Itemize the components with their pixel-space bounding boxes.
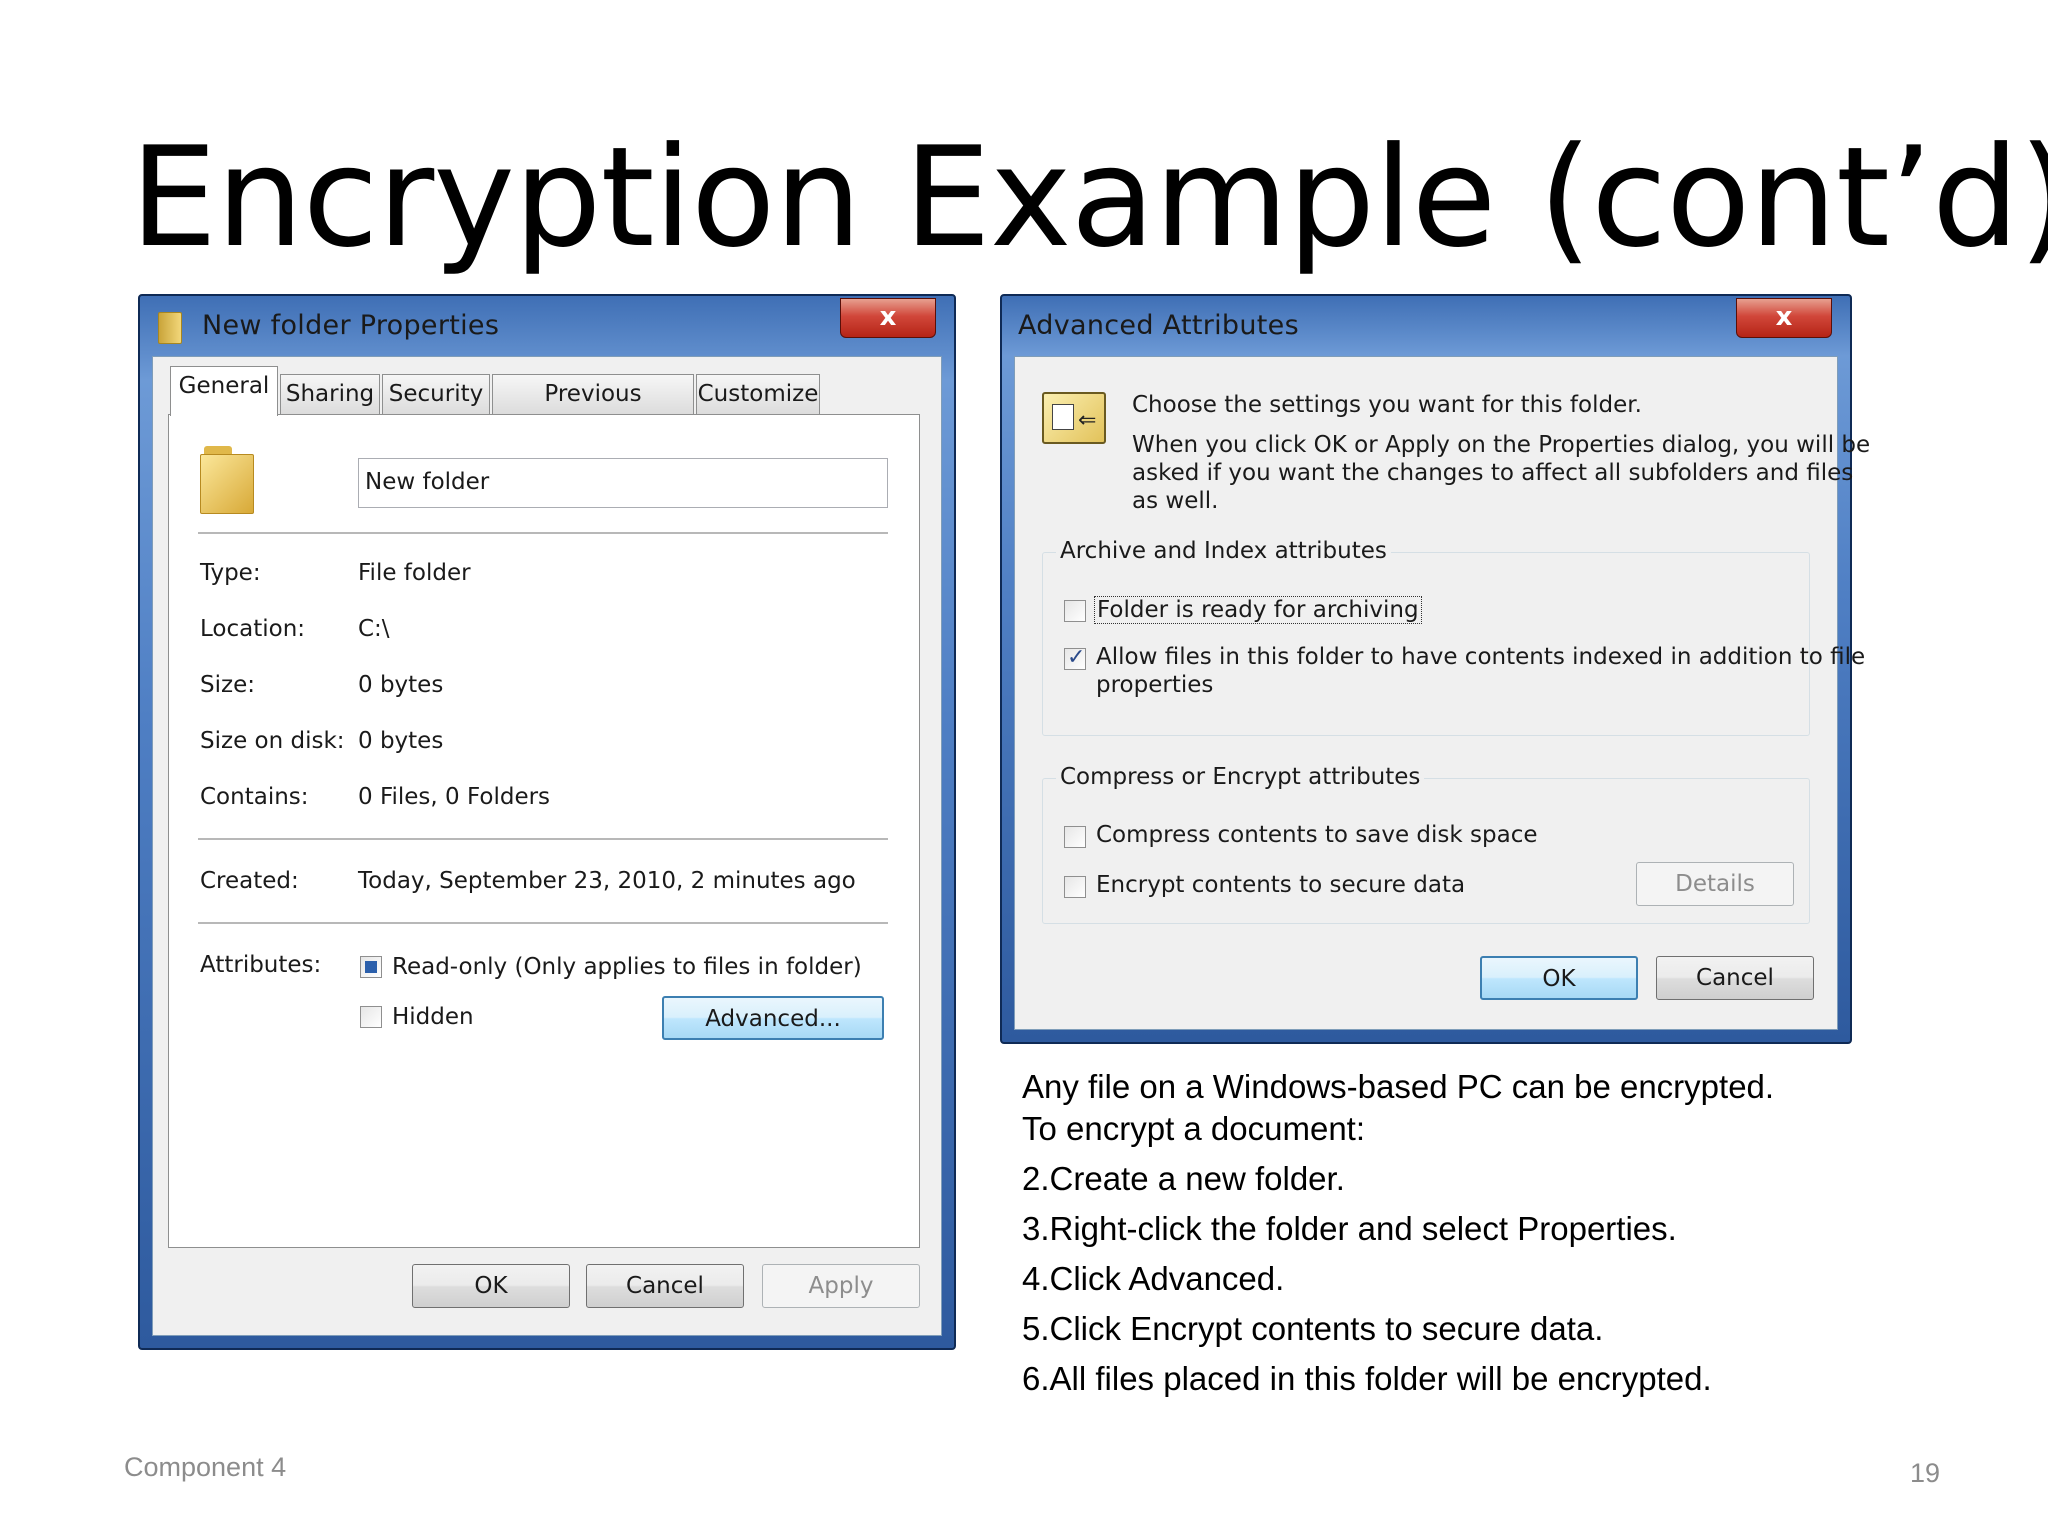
location-label: Location: xyxy=(200,616,306,642)
folder-icon xyxy=(158,312,182,344)
size-value: 0 bytes xyxy=(358,672,444,698)
type-label: Type: xyxy=(200,560,261,586)
tab-security[interactable]: Security xyxy=(382,374,490,414)
created-label: Created: xyxy=(200,868,299,894)
apply-button[interactable]: Apply xyxy=(762,1264,920,1308)
type-value: File folder xyxy=(358,560,471,586)
tab-sharing[interactable]: Sharing xyxy=(280,374,380,414)
encrypt-checkbox-label: Encrypt contents to secure data xyxy=(1096,872,1466,898)
divider xyxy=(198,532,888,535)
instructions-intro-line1: Any file on a Windows-based PC can be en… xyxy=(1022,1068,1775,1105)
properties-titlebar[interactable]: New folder Properties x xyxy=(140,296,954,356)
tab-customize-label: Customize xyxy=(697,381,819,407)
tab-general-label: General xyxy=(178,373,270,399)
index-checkbox-label-line2: properties xyxy=(1096,672,1214,698)
archive-checkbox[interactable] xyxy=(1064,600,1086,622)
large-folder-icon xyxy=(200,446,258,514)
tab-customize[interactable]: Customize xyxy=(696,374,820,414)
instruction-step: 6.All files placed in this folder will b… xyxy=(1022,1360,1712,1397)
page-number: 19 xyxy=(1910,1458,1941,1488)
advanced-title: Advanced Attributes xyxy=(1018,310,1299,341)
folder-settings-icon: ⇐ xyxy=(1042,392,1106,444)
size-label: Size: xyxy=(200,672,255,698)
index-checkbox[interactable] xyxy=(1064,645,1086,670)
tab-sharing-label: Sharing xyxy=(285,381,375,407)
cancel-button[interactable]: Cancel xyxy=(586,1264,744,1308)
created-value: Today, September 23, 2010, 2 minutes ago xyxy=(358,868,856,894)
close-icon[interactable]: x xyxy=(1736,298,1832,338)
intro-text-line2: asked if you want the changes to affect … xyxy=(1132,460,1854,486)
tab-security-label: Security xyxy=(388,381,484,407)
location-value: C:\ xyxy=(358,616,390,642)
instructions-intro-line2: To encrypt a document: xyxy=(1022,1110,1366,1147)
details-button[interactable]: Details xyxy=(1636,862,1794,906)
advanced-titlebar[interactable]: Advanced Attributes x xyxy=(1002,296,1850,356)
contains-value: 0 Files, 0 Folders xyxy=(358,784,551,810)
slide-title: Encryption Example (cont’d) xyxy=(130,117,2048,278)
contains-label: Contains: xyxy=(200,784,309,810)
folder-name-input[interactable]: New folder xyxy=(358,458,888,508)
archive-checkbox-label: Folder is ready for archiving xyxy=(1094,596,1422,624)
encrypt-checkbox[interactable] xyxy=(1064,876,1086,898)
compress-checkbox[interactable] xyxy=(1064,826,1086,848)
size-on-disk-value: 0 bytes xyxy=(358,728,444,754)
general-tab-pane xyxy=(168,414,920,1248)
tab-general[interactable]: General xyxy=(170,366,278,416)
close-icon[interactable]: x xyxy=(840,298,936,338)
intro-heading: Choose the settings you want for this fo… xyxy=(1132,392,1642,418)
compress-checkbox-label: Compress contents to save disk space xyxy=(1096,822,1538,848)
instruction-step: 3.Right-click the folder and select Prop… xyxy=(1022,1210,1677,1247)
footer-component-label: Component 4 xyxy=(124,1452,287,1482)
archive-index-group-title: Archive and Index attributes xyxy=(1056,538,1391,564)
divider xyxy=(198,838,888,841)
ok-button[interactable]: OK xyxy=(412,1264,570,1308)
advanced-ok-button[interactable]: OK xyxy=(1480,956,1638,1000)
intro-text-line1: When you click OK or Apply on the Proper… xyxy=(1132,432,1871,458)
properties-title: New folder Properties xyxy=(202,310,500,341)
tab-previous-versions[interactable]: Previous Versions xyxy=(492,374,694,445)
readonly-checkbox-label: Read-only (Only applies to files in fold… xyxy=(392,954,862,980)
hidden-checkbox[interactable] xyxy=(360,1006,382,1028)
instruction-step: 5.Click Encrypt contents to secure data. xyxy=(1022,1310,1604,1347)
advanced-button[interactable]: Advanced... xyxy=(662,996,884,1040)
hidden-checkbox-label: Hidden xyxy=(392,1004,474,1030)
readonly-checkbox[interactable] xyxy=(360,956,382,978)
instruction-step: 4.Click Advanced. xyxy=(1022,1260,1285,1297)
intro-text-line3: as well. xyxy=(1132,488,1219,514)
index-checkbox-label-line1: Allow files in this folder to have conte… xyxy=(1096,644,1866,670)
attributes-label: Attributes: xyxy=(200,952,322,978)
size-on-disk-label: Size on disk: xyxy=(200,728,345,754)
compress-encrypt-group-title: Compress or Encrypt attributes xyxy=(1056,764,1425,790)
instruction-step: 2.Create a new folder. xyxy=(1022,1160,1345,1197)
advanced-cancel-button[interactable]: Cancel xyxy=(1656,956,1814,1000)
divider xyxy=(198,922,888,925)
